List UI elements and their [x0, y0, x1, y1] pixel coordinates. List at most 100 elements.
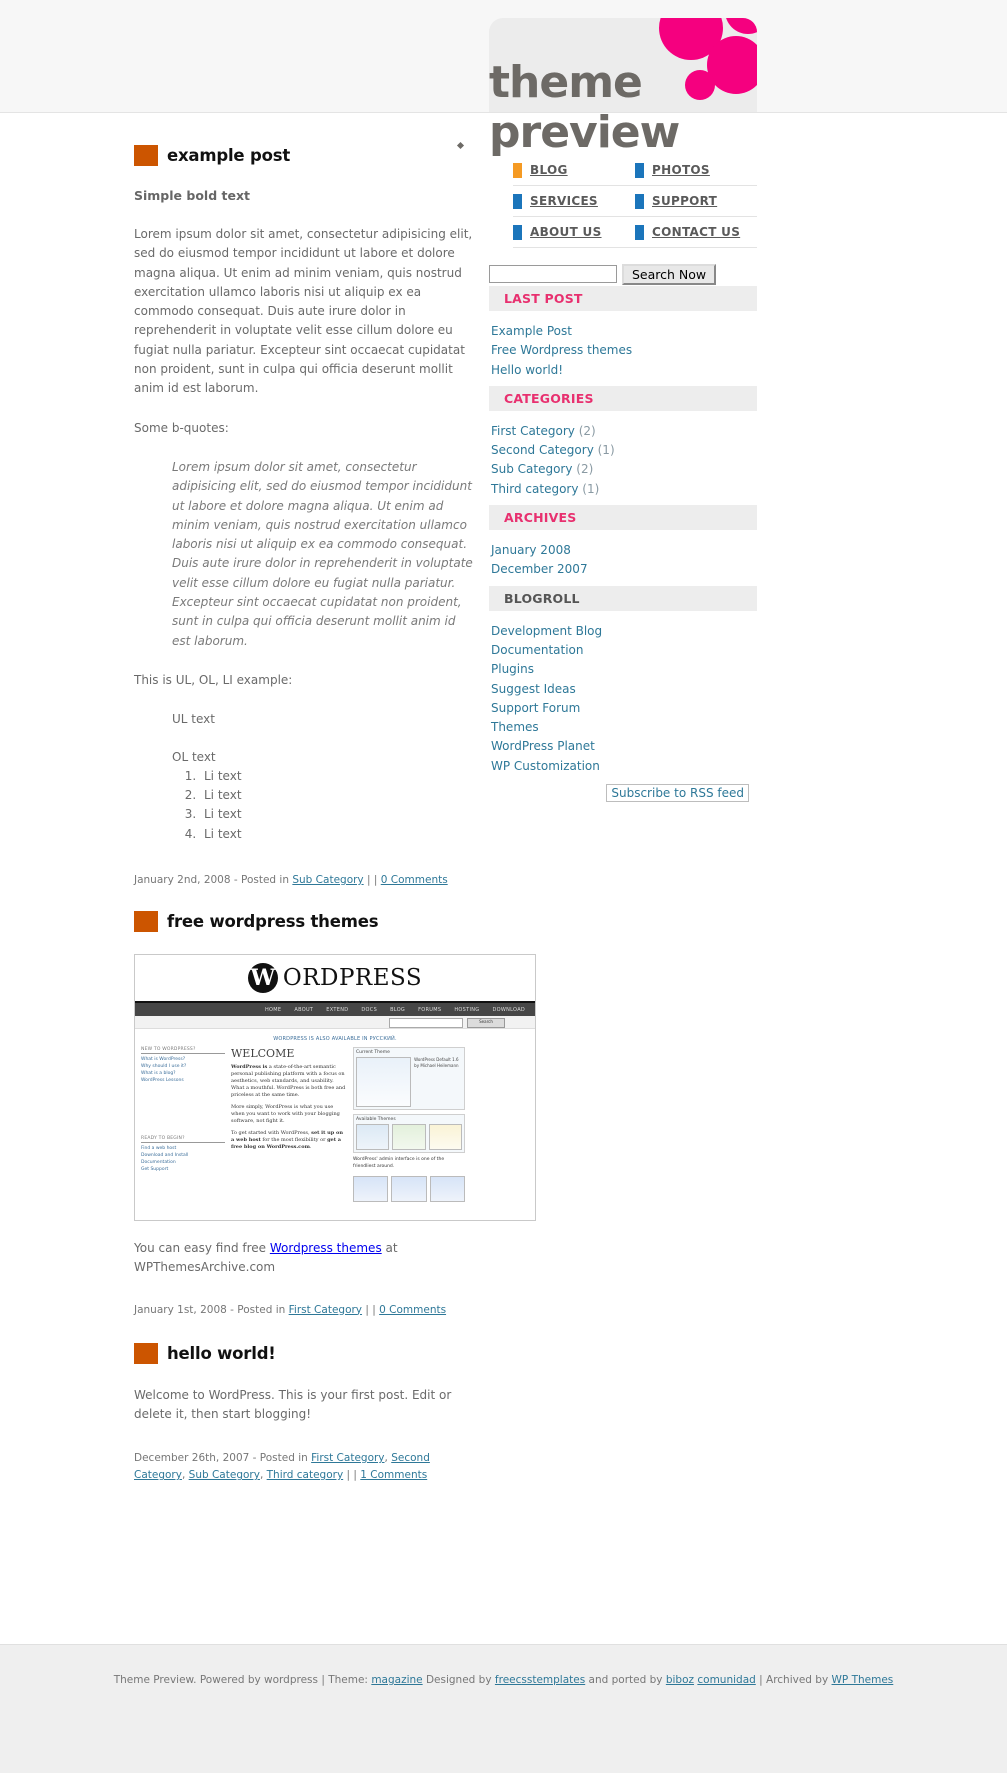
widget-last-post: LAST POST Example Post Free Wordpress th…: [489, 286, 757, 386]
post-meta-category-link[interactable]: Sub Category: [189, 1469, 260, 1481]
list-item[interactable]: WordPress Planet: [489, 737, 757, 756]
category-link[interactable]: Second Category: [491, 443, 594, 457]
post-list-intro: This is UL, OL, LI example:: [134, 672, 293, 687]
list-item[interactable]: January 2008: [489, 541, 757, 560]
widget-list: January 2008 December 2007: [489, 532, 757, 586]
post-title-row: hello world!: [134, 1342, 474, 1364]
nav-link-label[interactable]: ABOUT US: [530, 225, 602, 239]
wp-paragraph-bold: WordPress is: [231, 1064, 268, 1071]
post-title[interactable]: free wordpress themes: [167, 912, 379, 931]
post-meta-category-link[interactable]: Sub Category: [292, 874, 363, 886]
nav-item-services[interactable]: SERVICES: [513, 186, 635, 216]
nav-item-contact-us[interactable]: CONTACT US: [635, 217, 757, 247]
blogroll-link[interactable]: Suggest Ideas: [491, 682, 576, 696]
list-item[interactable]: Example Post: [489, 322, 757, 341]
footer-link-comunidad[interactable]: comunidad: [697, 1674, 755, 1686]
wordpress-themes-link[interactable]: Wordpress themes: [270, 1241, 382, 1255]
wp-theme-thumbnail: [356, 1124, 390, 1151]
list-item[interactable]: Themes: [489, 718, 757, 737]
wp-panel-subtitle: WordPress Default 1.6 by Michael Heilema…: [414, 1057, 459, 1069]
blogroll-link[interactable]: Support Forum: [491, 701, 580, 715]
post-meta-category-link[interactable]: First Category: [289, 1304, 362, 1316]
list-item[interactable]: Free Wordpress themes: [489, 341, 757, 360]
nav-row: SERVICES SUPPORT: [513, 186, 757, 217]
post-meta-category-link[interactable]: Third category: [267, 1469, 344, 1481]
nav-item-support[interactable]: SUPPORT: [635, 186, 757, 216]
post-title[interactable]: hello world!: [167, 1344, 276, 1363]
wp-current-theme-panel: Current Theme WordPress Default 1.6 by M…: [353, 1047, 465, 1111]
post-title[interactable]: example post: [167, 146, 290, 165]
wp-panel-title: Available Themes: [356, 1117, 396, 1123]
list-item[interactable]: Hello world!: [489, 361, 757, 380]
wp-p3-e: .: [309, 1144, 312, 1151]
blogroll-link[interactable]: WP Customization: [491, 759, 600, 773]
footer-link-magazine[interactable]: magazine: [371, 1674, 422, 1686]
nav-item-photos[interactable]: PHOTOS: [635, 155, 757, 185]
archive-link[interactable]: January 2008: [491, 543, 571, 557]
footer-link-biboz[interactable]: biboz: [666, 1674, 694, 1686]
category-link[interactable]: Sub Category: [491, 462, 572, 476]
list-item[interactable]: Support Forum: [489, 699, 757, 718]
wp-theme-thumbnail: [428, 1124, 462, 1151]
nav-item-blog[interactable]: BLOG: [513, 155, 635, 185]
nav-link-label[interactable]: CONTACT US: [652, 225, 740, 239]
post-meta-separator: | |: [363, 874, 381, 887]
list-item: UL text: [172, 712, 215, 727]
blogroll-link[interactable]: Themes: [491, 720, 539, 734]
nav-bullet-icon: [635, 224, 644, 240]
blogroll-link[interactable]: Documentation: [491, 643, 584, 657]
list-item[interactable]: Third category (1): [489, 480, 757, 499]
blogroll-link[interactable]: WordPress Planet: [491, 739, 595, 753]
widget-header: LAST POST: [489, 286, 757, 313]
category-link[interactable]: Third category: [491, 482, 578, 496]
category-link[interactable]: First Category: [491, 424, 575, 438]
post-bullet-icon: [134, 1342, 158, 1364]
list-item[interactable]: Second Category (1): [489, 441, 757, 460]
footer-link-freecsstemplates[interactable]: freecsstemplates: [495, 1674, 585, 1686]
wp-paragraph: More simply, WordPress is what you use w…: [231, 1104, 340, 1125]
list-item[interactable]: WP Customization: [489, 757, 757, 776]
nav-link-label[interactable]: SERVICES: [530, 194, 598, 208]
blogroll-link[interactable]: Development Blog: [491, 624, 602, 638]
list-item: Li text: [200, 825, 474, 844]
post-meta-comments-link[interactable]: 1 Comments: [360, 1469, 427, 1481]
wp-menu-item: FORUMS: [418, 1006, 442, 1013]
subscribe-rss-link[interactable]: Subscribe to RSS feed: [606, 784, 749, 803]
search-input[interactable]: [489, 265, 617, 283]
page-root: theme preview BLOG PHOTOS SERVICES SUPPO…: [0, 0, 1007, 1773]
last-post-link[interactable]: Free Wordpress themes: [491, 343, 632, 357]
main-navigation: BLOG PHOTOS SERVICES SUPPORT ABOUT US CO…: [513, 155, 757, 248]
post-example-post: example post Simple bold text Lorem ipsu…: [134, 145, 474, 889]
widget-title: ARCHIVES: [504, 510, 577, 526]
list-item[interactable]: Sub Category (2): [489, 460, 757, 479]
nav-item-about-us[interactable]: ABOUT US: [513, 217, 635, 247]
wp-list-item: WordPress Lessons: [141, 1078, 184, 1084]
footer: Theme Preview. Powered by wordpress | Th…: [0, 1645, 1007, 1773]
wp-list-item: Download and Install: [141, 1153, 189, 1159]
list-item[interactable]: Suggest Ideas: [489, 680, 757, 699]
last-post-link[interactable]: Hello world!: [491, 363, 563, 377]
list-item[interactable]: First Category (2): [489, 422, 757, 441]
site-title-line1: theme: [489, 57, 643, 108]
site-title[interactable]: theme preview: [489, 58, 819, 158]
wp-page-body: WORDPRESS IS ALSO AVAILABLE IN РУССКИЙ. …: [135, 1029, 535, 1221]
list-item[interactable]: Documentation: [489, 641, 757, 660]
post-meta-comments-link[interactable]: 0 Comments: [381, 874, 448, 886]
nav-link-label[interactable]: SUPPORT: [652, 194, 717, 208]
blogroll-link[interactable]: Plugins: [491, 662, 534, 676]
post-title-row: example post: [134, 145, 474, 166]
post-meta-comments-link[interactable]: 0 Comments: [379, 1304, 446, 1316]
footer-link-wp-themes[interactable]: WP Themes: [832, 1674, 894, 1686]
list-item[interactable]: Plugins: [489, 660, 757, 679]
archive-link[interactable]: December 2007: [491, 562, 588, 576]
wp-panel-title: Current Theme: [356, 1050, 390, 1056]
post-meta-category-link[interactable]: First Category: [311, 1452, 384, 1464]
search-button[interactable]: Search Now: [622, 264, 717, 285]
nav-link-label[interactable]: BLOG: [530, 163, 568, 177]
category-count: (1): [582, 481, 600, 496]
wp-russian-notice: WORDPRESS IS ALSO AVAILABLE IN РУССКИЙ.: [273, 1036, 397, 1043]
last-post-link[interactable]: Example Post: [491, 324, 572, 338]
nav-link-label[interactable]: PHOTOS: [652, 163, 710, 177]
list-item[interactable]: Development Blog: [489, 622, 757, 641]
list-item[interactable]: December 2007: [489, 560, 757, 579]
